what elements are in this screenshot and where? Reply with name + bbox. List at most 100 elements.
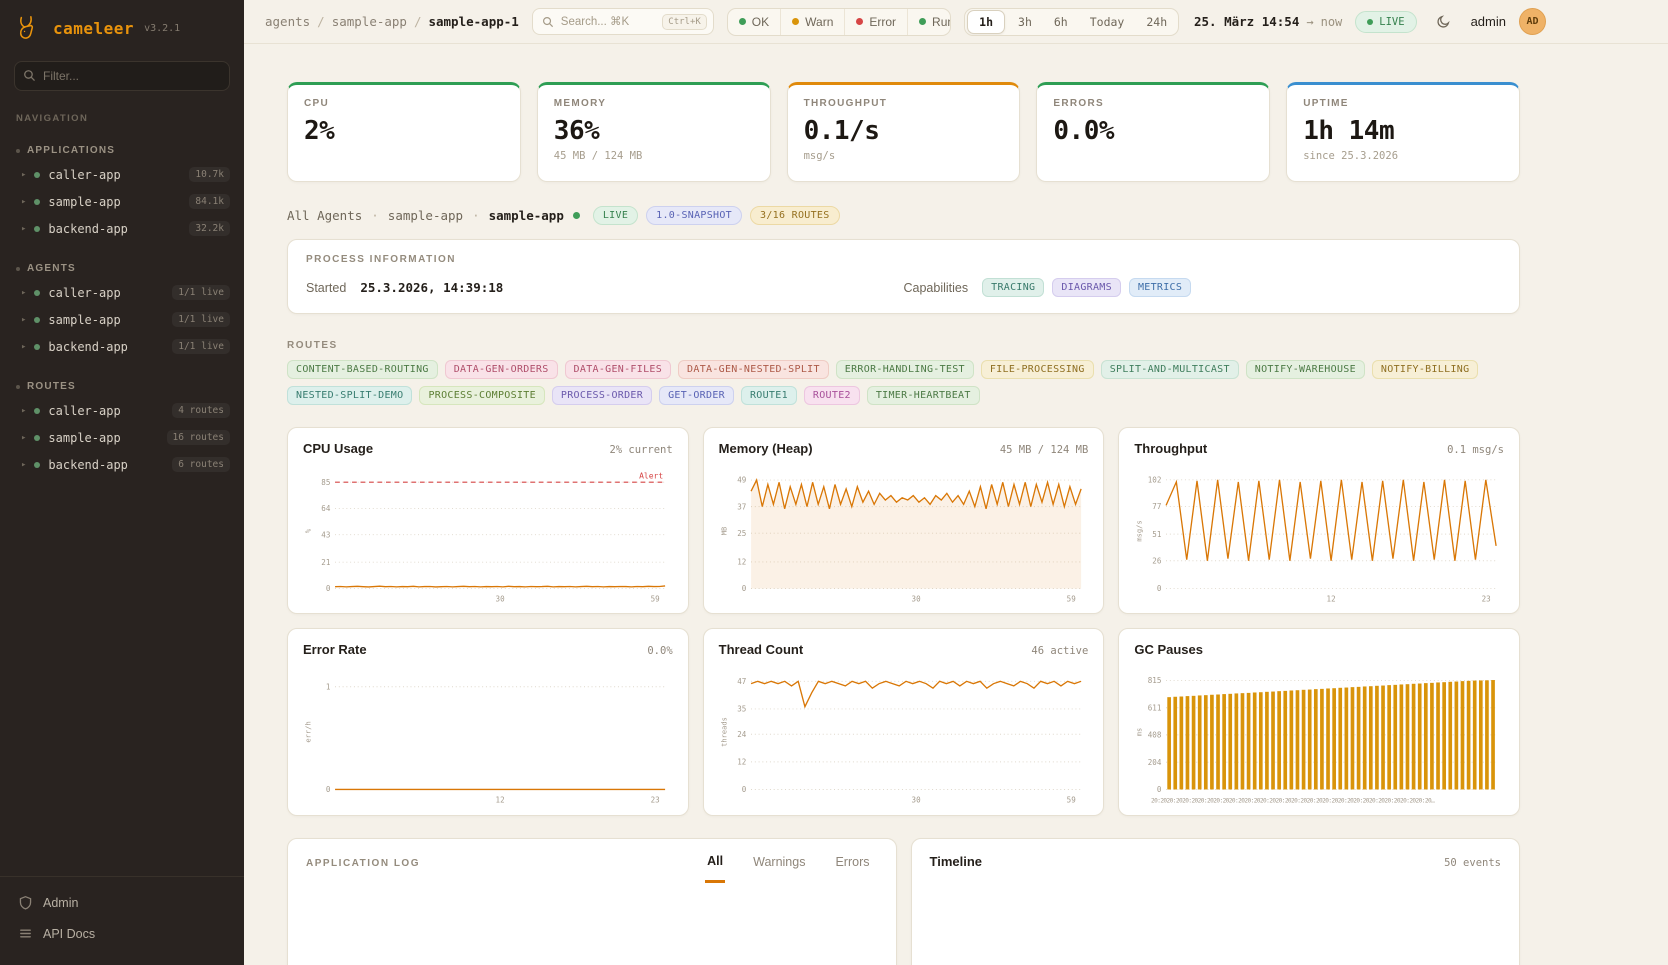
- status-dot-icon: [34, 290, 40, 296]
- started-value: 25.3.2026, 14:39:18: [360, 280, 503, 295]
- status-filter-label: Running: [932, 15, 951, 29]
- sidebar-item-applications-backend-app[interactable]: ▸backend-app32.2k: [0, 215, 244, 242]
- sidebar-item-routes-sample-app[interactable]: ▸sample-app16 routes: [0, 424, 244, 451]
- route-chip-file-processing[interactable]: FILE-PROCESSING: [981, 360, 1094, 379]
- route-chip-data-gen-nested-split[interactable]: DATA-GEN-NESTED-SPLIT: [678, 360, 829, 379]
- svg-text:77: 77: [1153, 502, 1162, 511]
- status-filter-running[interactable]: Running: [908, 9, 951, 35]
- time-range-display[interactable]: 25. März 14:54 → now: [1194, 14, 1342, 29]
- route-chip-route1[interactable]: ROUTE1: [741, 386, 797, 405]
- sidebar-group-header-routes[interactable]: ROUTES: [0, 376, 244, 397]
- breadcrumb-sample-app[interactable]: sample-app: [332, 14, 407, 29]
- live-toggle[interactable]: LIVE: [1355, 11, 1416, 33]
- svg-text:0: 0: [741, 584, 746, 593]
- route-chip-error-handling-test[interactable]: ERROR-HANDLING-TEST: [836, 360, 974, 379]
- status-filter-label: Error: [869, 15, 896, 29]
- capability-chips: TRACINGDIAGRAMSMETRICS: [982, 278, 1191, 297]
- status-filter-label: OK: [752, 15, 769, 29]
- arrow-icon: →: [1306, 15, 1313, 29]
- route-chip-process-composite[interactable]: PROCESS-COMPOSITE: [419, 386, 544, 405]
- filter-input[interactable]: [14, 61, 230, 91]
- svg-text:47: 47: [737, 677, 746, 686]
- route-chip-content-based-routing[interactable]: CONTENT-BASED-ROUTING: [287, 360, 438, 379]
- agent-crumb-all-agents[interactable]: All Agents: [287, 208, 362, 223]
- metric-label: CPU: [304, 98, 504, 109]
- sidebar-group-header-agents[interactable]: AGENTS: [0, 258, 244, 279]
- chart-card-threads: Thread Count46 active012243547threads305…: [703, 628, 1105, 815]
- avatar[interactable]: AD: [1519, 8, 1546, 35]
- search-input[interactable]: [561, 16, 655, 28]
- sidebar-item-applications-sample-app[interactable]: ▸sample-app84.1k: [0, 188, 244, 215]
- live-dot-icon: [1367, 19, 1373, 25]
- sidebar-group-header-applications[interactable]: APPLICATIONS: [0, 140, 244, 161]
- chevron-right-icon: ▸: [21, 197, 26, 207]
- sidebar-item-label: sample-app: [48, 431, 120, 445]
- sidebar-item-badge: 1/1 live: [172, 339, 230, 354]
- route-chip-notify-warehouse[interactable]: NOTIFY-WAREHOUSE: [1246, 360, 1365, 379]
- application-log-title: APPLICATION LOG: [306, 854, 420, 869]
- metric-card-memory: MEMORY36%45 MB / 124 MB: [537, 82, 771, 182]
- breadcrumb-agents[interactable]: agents: [265, 14, 310, 29]
- sidebar-item-agents-backend-app[interactable]: ▸backend-app1/1 live: [0, 333, 244, 360]
- sidebar-footer-admin[interactable]: Admin: [0, 887, 244, 918]
- moon-icon: [1436, 14, 1451, 29]
- route-chip-get-order[interactable]: GET-ORDER: [659, 386, 734, 405]
- log-tab-warnings[interactable]: Warnings: [751, 854, 807, 883]
- chart-title: Throughput: [1134, 441, 1207, 456]
- svg-text:30: 30: [911, 796, 921, 805]
- route-chip-notify-billing[interactable]: NOTIFY-BILLING: [1372, 360, 1479, 379]
- sidebar-item-routes-caller-app[interactable]: ▸caller-app4 routes: [0, 397, 244, 424]
- sidebar-footer: AdminAPI Docs: [0, 876, 244, 965]
- user-menu[interactable]: admin: [1471, 14, 1506, 29]
- time-range-6h[interactable]: 6h: [1043, 9, 1079, 35]
- route-chip-timer-heartbeat[interactable]: TIMER-HEARTBEAT: [867, 386, 980, 405]
- svg-text:815: 815: [1148, 677, 1162, 686]
- separator-dot: ·: [371, 208, 379, 223]
- route-chip-split-and-multicast[interactable]: SPLIT-AND-MULTICAST: [1101, 360, 1239, 379]
- breadcrumb-separator: /: [414, 14, 422, 29]
- sidebar-item-label: caller-app: [48, 404, 120, 418]
- svg-text:0: 0: [1157, 584, 1162, 593]
- route-chip-route2[interactable]: ROUTE2: [804, 386, 860, 405]
- dark-mode-toggle[interactable]: [1430, 9, 1458, 35]
- time-range-24h[interactable]: 24h: [1135, 9, 1178, 35]
- svg-text:49: 49: [737, 476, 747, 485]
- badge-3-16-routes: 3/16 ROUTES: [750, 206, 840, 225]
- sidebar-item-agents-caller-app[interactable]: ▸caller-app1/1 live: [0, 279, 244, 306]
- top-header: agents/sample-app/sample-app-1 Ctrl+K OK…: [244, 0, 1668, 44]
- live-label: LIVE: [1379, 16, 1404, 28]
- time-range-1h[interactable]: 1h: [967, 10, 1005, 34]
- search-shortcut-badge: Ctrl+K: [662, 14, 707, 30]
- app-logo[interactable]: cameleer v3.2.1: [0, 0, 244, 49]
- global-search[interactable]: Ctrl+K: [532, 8, 714, 35]
- status-filter-warn[interactable]: Warn: [781, 9, 845, 35]
- log-tab-errors[interactable]: Errors: [833, 854, 871, 883]
- route-chip-process-order[interactable]: PROCESS-ORDER: [552, 386, 652, 405]
- chart-title: Memory (Heap): [719, 441, 813, 456]
- sidebar-item-applications-caller-app[interactable]: ▸caller-app10.7k: [0, 161, 244, 188]
- chevron-right-icon: ▸: [21, 288, 26, 298]
- log-tab-all[interactable]: All: [705, 854, 725, 883]
- sidebar-footer-api-docs[interactable]: API Docs: [0, 918, 244, 949]
- sidebar-item-agents-sample-app[interactable]: ▸sample-app1/1 live: [0, 306, 244, 333]
- time-range-today[interactable]: Today: [1079, 9, 1136, 35]
- agent-crumbs: All Agents·sample-app·sample-app: [287, 208, 580, 223]
- route-chip-data-gen-orders[interactable]: DATA-GEN-ORDERS: [445, 360, 558, 379]
- svg-text:611: 611: [1148, 704, 1162, 713]
- chart-current-value: 45 MB / 124 MB: [1000, 444, 1089, 456]
- sidebar-item-routes-backend-app[interactable]: ▸backend-app6 routes: [0, 451, 244, 478]
- svg-text:30: 30: [496, 595, 506, 604]
- time-range-3h[interactable]: 3h: [1007, 9, 1043, 35]
- time-range-7d[interactable]: 7d: [1178, 9, 1179, 35]
- chart-card-memory: Memory (Heap)45 MB / 124 MB012253749MB30…: [703, 427, 1105, 614]
- route-chip-nested-split-demo[interactable]: NESTED-SPLIT-DEMO: [287, 386, 412, 405]
- agent-crumb-sample-app[interactable]: sample-app: [388, 208, 463, 223]
- chevron-right-icon: ▸: [21, 170, 26, 180]
- sidebar-item-badge: 84.1k: [189, 194, 230, 209]
- status-filter-ok[interactable]: OK: [728, 9, 781, 35]
- status-filter-error[interactable]: Error: [845, 9, 908, 35]
- time-to: now: [1321, 15, 1343, 29]
- svg-text:64: 64: [321, 504, 331, 513]
- started-label: Started: [306, 281, 346, 295]
- route-chip-data-gen-files[interactable]: DATA-GEN-FILES: [565, 360, 672, 379]
